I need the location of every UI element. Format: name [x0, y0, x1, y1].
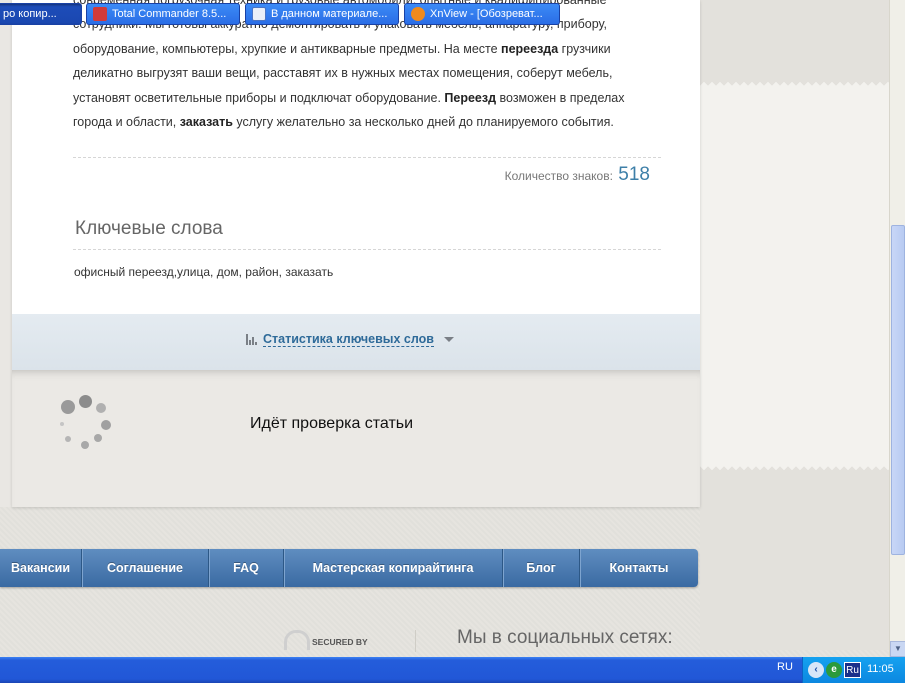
clock: 11:05 — [867, 663, 894, 675]
vertical-scrollbar[interactable]: ▼ — [889, 0, 905, 657]
windows-taskbar — [0, 657, 905, 683]
taskbar-button-xnview[interactable]: XnView - [Обозреват... — [404, 3, 560, 25]
keywords-list: офисный переезд,улица, дом, район, заказ… — [74, 265, 334, 279]
language-ru-icon[interactable]: Ru — [844, 662, 861, 678]
nav-item-contacts[interactable]: Контакты — [580, 549, 698, 587]
keyword-stats-bar: Статистика ключевых слов — [12, 314, 700, 370]
keyword-stats-toggle[interactable]: Статистика ключевых слов — [246, 332, 454, 347]
taskbar-button-total-commander[interactable]: Total Commander 8.5... — [86, 3, 240, 25]
taskbar-button-browser[interactable]: ро копир... — [0, 3, 82, 25]
article-line: установят осветительные приборы и подклю… — [73, 90, 625, 105]
social-heading: Мы в социальных сетях: — [457, 627, 673, 648]
input-language[interactable]: RU — [777, 661, 793, 673]
xnview-icon — [411, 7, 425, 21]
document-icon — [252, 7, 266, 21]
bar-chart-icon — [246, 334, 257, 345]
divider — [73, 249, 661, 250]
char-count-value: 518 — [618, 164, 650, 185]
nav-item-agreement[interactable]: Соглашение — [82, 549, 209, 587]
char-count: Количество знаков: 518 — [505, 164, 650, 186]
check-status-text: Идёт проверка статьи — [250, 415, 414, 432]
taskbar-button-document[interactable]: В данном материале... — [245, 3, 399, 25]
secured-by-badge[interactable]: SECURED BY — [284, 628, 374, 650]
keyword-stats-label[interactable]: Статистика ключевых слов — [263, 332, 434, 347]
back-arrow-icon[interactable]: ‹ — [808, 662, 824, 678]
footer-divider — [415, 630, 416, 652]
scrollbar-thumb[interactable] — [891, 225, 905, 555]
scroll-down-arrow-icon[interactable]: ▼ — [890, 641, 905, 657]
keyword-highlight: Переезд — [444, 90, 497, 105]
article-line: оборудование, компьютеры, хрупкие и анти… — [73, 41, 611, 56]
card-left-strip — [0, 0, 12, 507]
side-decor — [700, 0, 890, 650]
keyword-highlight: переезда — [501, 41, 559, 56]
nav-item-faq[interactable]: FAQ — [209, 549, 284, 587]
chevron-down-icon[interactable] — [443, 337, 454, 342]
total-commander-icon — [93, 7, 107, 21]
lock-icon — [284, 630, 310, 650]
zigzag-top — [700, 80, 890, 88]
article-line: деликатно выгрузят ваши вещи, расставят … — [73, 66, 613, 81]
keywords-heading: Ключевые слова — [75, 218, 223, 239]
system-tray: ‹ e Ru 11:05 — [802, 657, 905, 683]
main-nav: Вакансии Соглашение FAQ Мастерская копир… — [0, 549, 698, 587]
side-light-panel — [700, 88, 890, 464]
keyword-highlight: заказать — [179, 115, 233, 130]
loading-spinner-icon — [60, 394, 116, 450]
browser-e-icon[interactable]: e — [826, 662, 842, 678]
nav-item-vacancies[interactable]: Вакансии — [0, 549, 82, 587]
nav-item-copywriting-workshop[interactable]: Мастерская копирайтинга — [284, 549, 503, 587]
nav-item-blog[interactable]: Блог — [503, 549, 580, 587]
char-count-label: Количество знаков: — [504, 169, 613, 183]
zigzag-bottom — [700, 464, 890, 472]
article-line: города и области, заказать услугу желате… — [73, 115, 614, 130]
secured-by-label: SECURED BY — [312, 637, 368, 647]
divider — [73, 157, 661, 158]
check-status-panel: Идёт проверка статьи — [12, 370, 700, 507]
